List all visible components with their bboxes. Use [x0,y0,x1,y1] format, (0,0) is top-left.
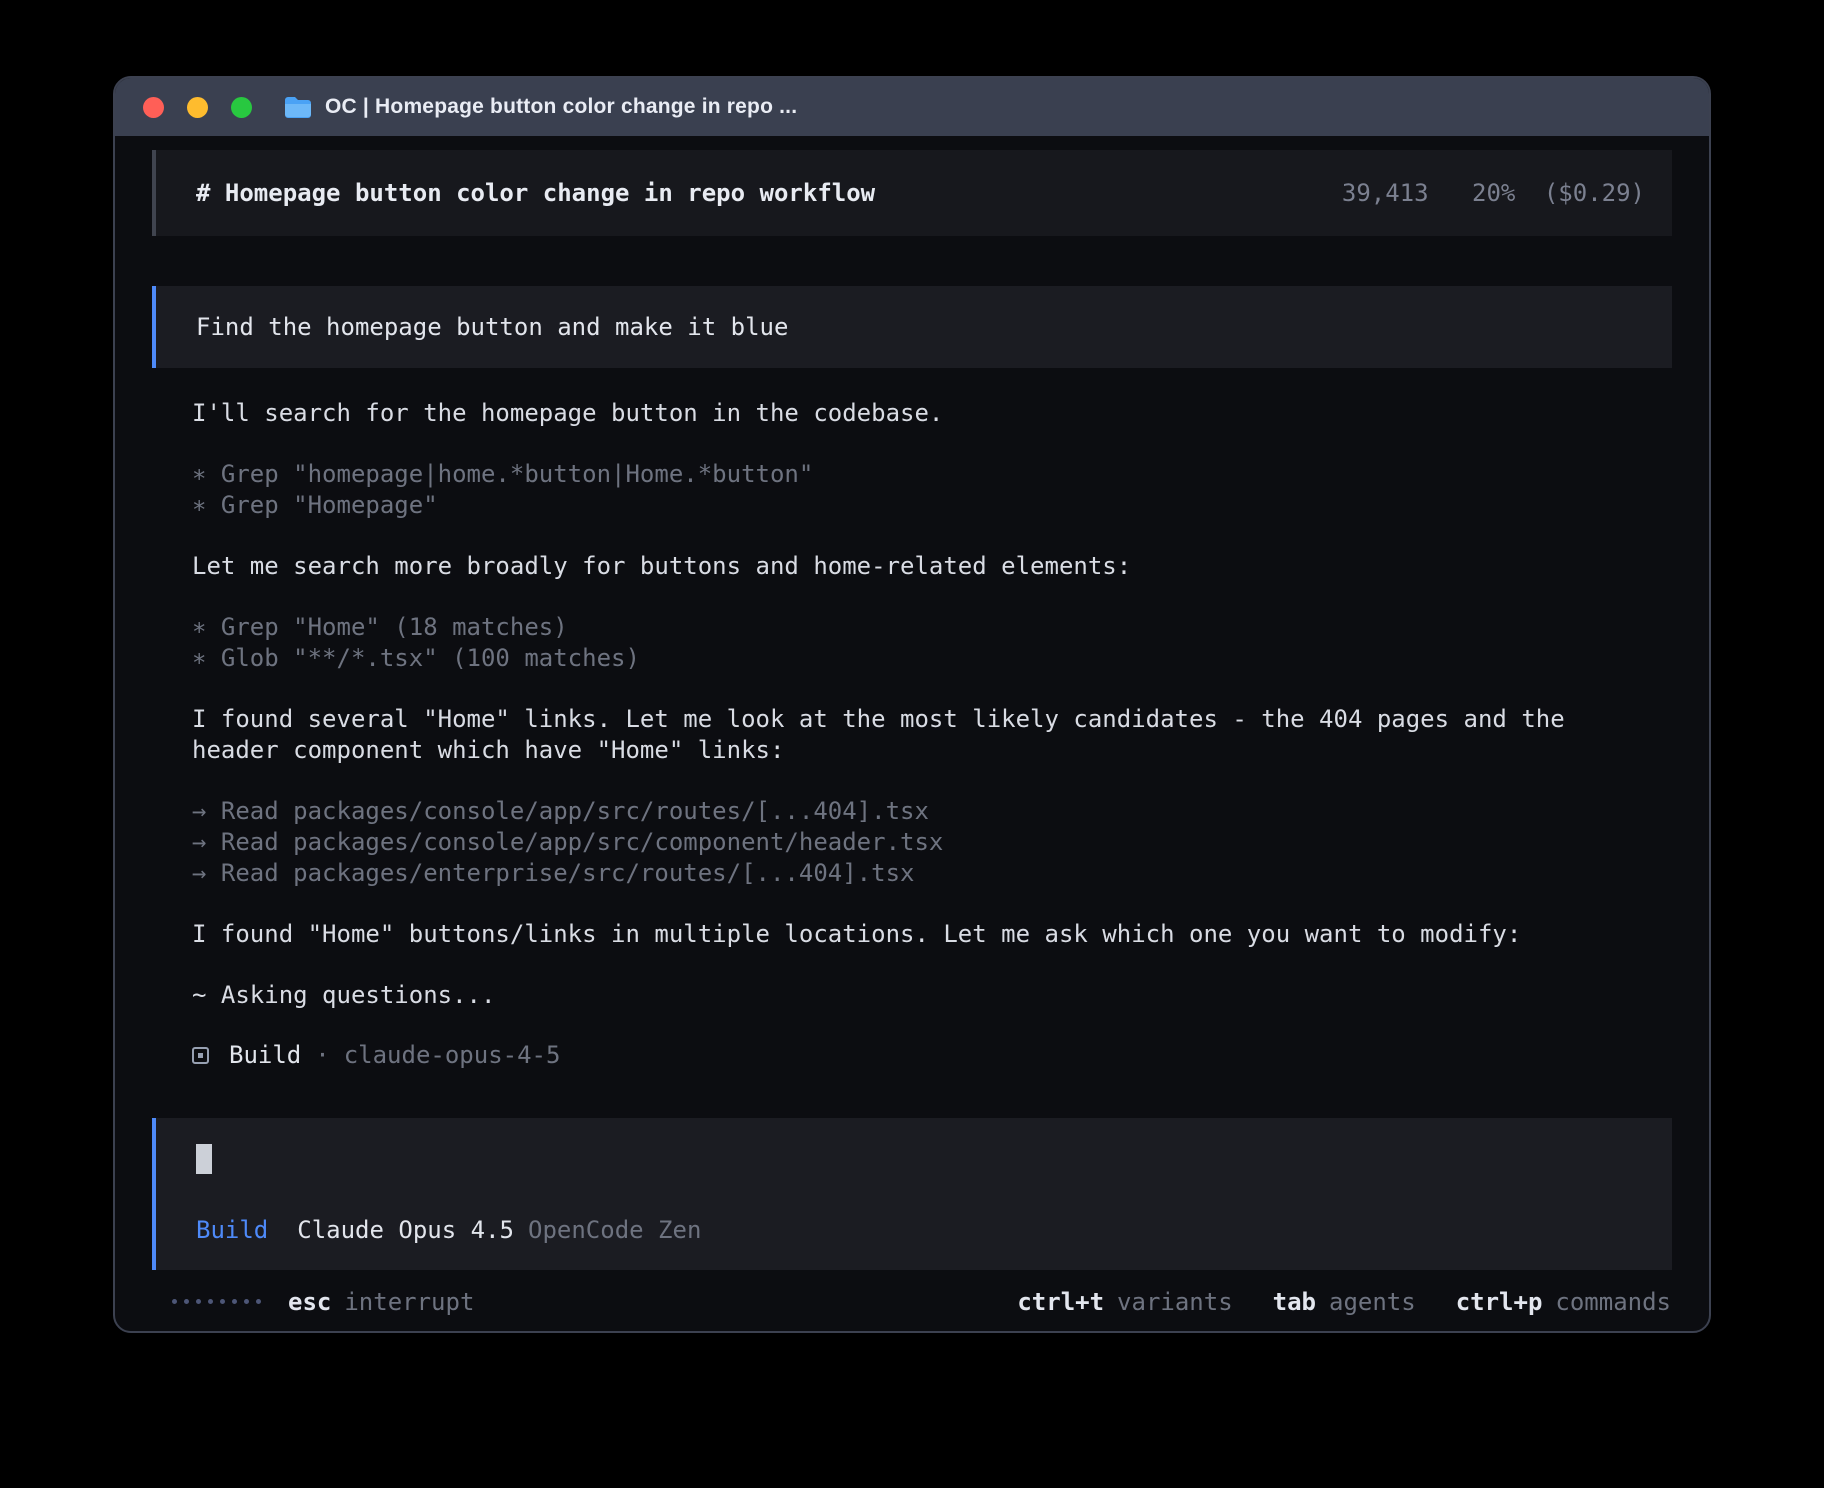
assistant-text: I found several "Home" links. Let me loo… [152,704,1572,766]
shortcut-label: agents [1329,1288,1416,1316]
status-bar: esc interrupt ctrl+t variants tab agents c… [152,1286,1672,1317]
session-stats: 39,413 20% ($0.29) [1342,179,1645,207]
close-button[interactable] [143,97,164,118]
agent-separator: · [315,1041,329,1069]
tool-call-group: ∗ Grep "homepage|home.*button|Home.*butt… [152,459,1672,521]
context-percent: 20% [1472,179,1515,207]
terminal-window: OC | Homepage button color change in rep… [113,76,1711,1333]
model-row: Build Claude Opus 4.5 OpenCode Zen [196,1216,1644,1244]
status-line: ~ Asking questions... [152,980,1672,1011]
shortcut-agents[interactable]: tab agents [1273,1288,1416,1316]
shortcut-key: ctrl+t [1017,1288,1104,1316]
shortcut-label: variants [1117,1288,1233,1316]
titlebar: OC | Homepage button color change in rep… [115,78,1709,136]
assistant-text: Let me search more broadly for buttons a… [152,551,1572,582]
user-message-text: Find the homepage button and make it blu… [196,313,788,341]
shortcut-variants[interactable]: ctrl+t variants [1017,1288,1232,1316]
shortcut-label: commands [1555,1288,1671,1316]
minimize-button[interactable] [187,97,208,118]
read-line: → Read packages/console/app/src/componen… [192,827,1672,858]
provider-label: OpenCode Zen [528,1216,701,1244]
assistant-text: I'll search for the homepage button in t… [152,398,1572,429]
read-line: → Read packages/console/app/src/routes/[… [192,796,1672,827]
read-line: → Read packages/enterprise/src/routes/[.… [192,858,1672,889]
shortcut-key: tab [1273,1288,1316,1316]
folder-icon [284,96,312,118]
shortcut-key: ctrl+p [1456,1288,1543,1316]
title-group: OC | Homepage button color change in rep… [284,95,797,119]
text-cursor [196,1144,212,1174]
agent-model: claude-opus-4-5 [344,1041,561,1069]
agent-name: Build [229,1041,301,1069]
session-cost: ($0.29) [1544,179,1645,207]
traffic-lights [143,97,252,118]
user-message: Find the homepage button and make it blu… [152,286,1672,368]
session-header: # Homepage button color change in repo w… [152,150,1672,236]
agent-icon [192,1047,209,1064]
prompt-input[interactable]: Build Claude Opus 4.5 OpenCode Zen [152,1118,1672,1270]
esc-key[interactable]: esc [288,1288,331,1316]
tool-call-line: ∗ Grep "Home" (18 matches) [192,612,1672,643]
tool-call-line: ∗ Glob "**/*.tsx" (100 matches) [192,643,1672,674]
session-title: # Homepage button color change in repo w… [196,179,875,207]
read-group: → Read packages/console/app/src/routes/[… [152,796,1672,889]
esc-label: interrupt [344,1288,474,1316]
footer: Build Claude Opus 4.5 OpenCode Zen esc i… [152,1086,1672,1317]
window-title: OC | Homepage button color change in rep… [325,95,797,119]
assistant-text: I found "Home" buttons/links in multiple… [152,919,1572,950]
tool-call-line: ∗ Grep "Homepage" [192,490,1672,521]
model-label[interactable]: Claude Opus 4.5 [297,1216,514,1244]
shortcut-hints: ctrl+t variants tab agents ctrl+p commands [1017,1288,1671,1316]
tool-call-group: ∗ Grep "Home" (18 matches) ∗ Glob "**/*.… [152,612,1672,674]
tool-call-line: ∗ Grep "homepage|home.*button|Home.*butt… [192,459,1672,490]
spinner-dots [172,1299,261,1304]
token-count: 39,413 [1342,179,1429,207]
terminal-content: # Homepage button color change in repo w… [115,136,1709,1331]
agent-badge: Build · claude-opus-4-5 [152,1041,1672,1069]
shortcut-commands[interactable]: ctrl+p commands [1456,1288,1671,1316]
mode-label[interactable]: Build [196,1216,268,1244]
zoom-button[interactable] [231,97,252,118]
